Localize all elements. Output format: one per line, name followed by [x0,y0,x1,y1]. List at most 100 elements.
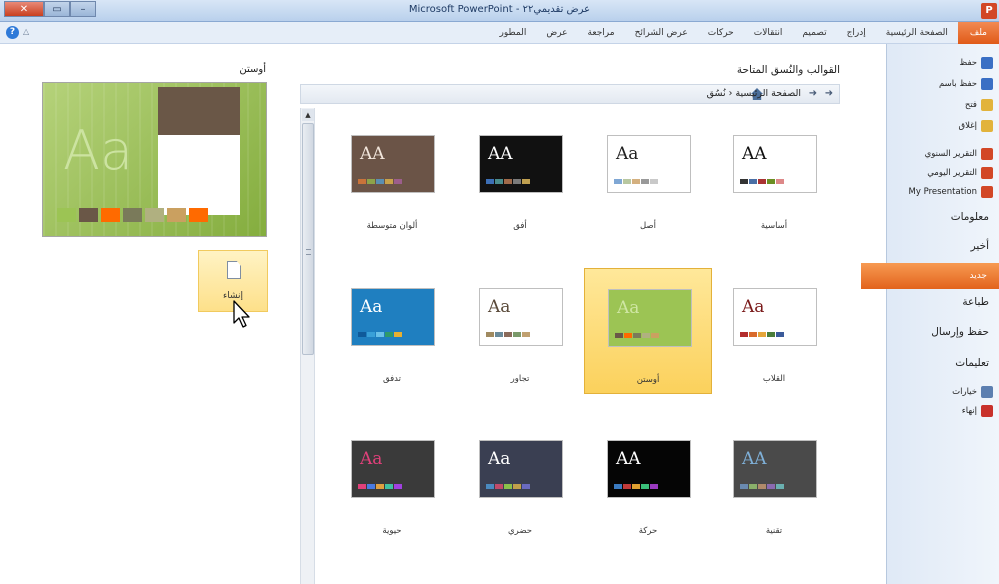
theme-thumbnail: Aa [351,288,435,346]
nav-tab-help[interactable]: تعليمات [955,357,989,369]
theme-aa-sample: Aa [616,144,639,164]
theme-basic-tile[interactable]: AA أساسية [710,115,838,241]
ribbon-tabs: ملف الصفحة الرئيسية إدراج تصميم انتقالات… [490,22,999,44]
tab-transitions[interactable]: انتقالات [744,22,793,44]
theme-label: حركة [638,526,658,536]
color-swatch [633,333,641,338]
nav-close[interactable]: إغلاق [959,117,993,135]
theme-label: أفق [513,221,527,231]
color-swatch [504,484,512,489]
color-swatch [650,179,658,184]
theme-urban-tile[interactable]: Aa حضري [456,420,584,546]
theme-aa-sample: Aa [617,298,640,318]
save-as-icon [981,78,993,90]
tab-slideshow[interactable]: عرض الشرائح [625,22,698,44]
theme-aa-sample: AA [742,449,767,469]
nav-exit[interactable]: إنهاء [962,402,993,420]
color-swatch [758,332,766,337]
theme-origin-tile[interactable]: Aa أصل [584,115,712,241]
nav-save-as-label: حفظ باسم [938,79,977,89]
nav-tab-info[interactable]: معلومات [951,211,989,223]
theme-technic-tile[interactable]: AA تقنية [710,420,838,546]
color-swatch [486,332,494,337]
ribbon-collapse-icon[interactable]: △ [23,27,29,36]
color-swatch [385,179,393,184]
color-swatch [767,179,775,184]
scroll-up-button[interactable]: ▲ [302,109,314,121]
color-swatch [740,332,748,337]
color-swatch [624,333,632,338]
nav-open[interactable]: فتح [965,96,993,114]
color-swatch [522,179,530,184]
back-arrow-icon[interactable]: ➜ [807,88,819,100]
tab-review[interactable]: مراجعة [578,22,625,44]
tab-insert[interactable]: إدراج [837,22,876,44]
nav-tab-new[interactable]: جديد [861,263,999,289]
theme-vibrant-tile[interactable]: Aa حيوية [328,420,456,546]
theme-swatches [486,179,530,184]
theme-thumbnail: AA [733,135,817,193]
help-icon[interactable]: ? [6,26,19,39]
theme-swatches [358,332,402,337]
color-swatch [513,484,521,489]
theme-swatches [486,332,530,337]
theme-label: ألوان متوسطة [366,221,418,231]
theme-label: القلاب [762,374,786,384]
exit-icon [981,405,993,417]
theme-flow-tile[interactable]: Aa تدفق [328,268,456,394]
color-swatch [367,484,375,489]
color-swatch [358,332,366,337]
gallery-scrollbar[interactable]: ▲ [300,108,315,584]
preview-title: أوستن [239,64,266,75]
color-swatch [495,484,503,489]
theme-horizon-tile[interactable]: AA أفق [456,115,584,241]
nav-save-as[interactable]: حفظ باسم [939,75,993,93]
theme-motion-tile[interactable]: AA حركة [584,420,712,546]
tab-design[interactable]: تصميم [792,22,836,44]
color-swatch [522,484,530,489]
theme-aa-sample: AA [742,144,767,164]
nav-save-label: حفظ [959,58,977,68]
recent-file-my-presentation[interactable]: My Presentation [909,183,993,201]
color-swatch [767,484,775,489]
color-swatch [776,179,784,184]
color-swatch [486,179,494,184]
theme-swatches [358,484,402,489]
preview-aa-sample: Aa [63,119,134,182]
tab-home[interactable]: الصفحة الرئيسية [876,22,958,44]
theme-label: حضري [508,526,532,536]
color-swatch [641,179,649,184]
recent-file-annual-report[interactable]: التقرير السنوي [925,145,993,163]
tab-developer[interactable]: المطور [490,22,537,44]
nav-tab-recent[interactable]: أخير [971,240,989,252]
nav-tab-print[interactable]: طباعة [962,296,989,308]
theme-adjacency-tile[interactable]: Aa تجاور [456,268,584,394]
preview-color-swatch [123,208,142,222]
theme-flip-tile[interactable]: Aa القلاب [710,268,838,394]
theme-austin-tile[interactable]: Aa أوستن [584,268,712,394]
theme-swatches [614,179,658,184]
theme-median-tile[interactable]: AA ألوان متوسطة [328,115,456,241]
tab-view[interactable]: عرض [536,22,577,44]
breadcrumb-path[interactable]: الصفحة الرئيسية ‹ نُسُق [707,88,801,99]
nav-options[interactable]: خيارات [952,383,993,401]
theme-label: تقنية [765,526,783,536]
nav-tab-save-send[interactable]: حفظ وإرسال [931,326,989,338]
color-swatch [394,332,402,337]
options-icon [981,386,993,398]
powerpoint-app-icon[interactable]: P [981,3,997,19]
nav-save[interactable]: حفظ [959,54,993,72]
color-swatch [632,179,640,184]
tab-file[interactable]: ملف [957,22,999,44]
theme-aa-sample: Aa [488,449,511,469]
tab-animations[interactable]: حركات [698,22,744,44]
theme-label: أصل [639,221,657,231]
scroll-thumb[interactable] [302,123,314,355]
forward-arrow-icon[interactable]: ➜ [823,88,835,100]
preview-swatches [57,208,208,222]
recent-file-daily-report[interactable]: التقرير اليومي [927,164,993,182]
color-swatch [513,332,521,337]
color-swatch [749,179,757,184]
theme-label: تدفق [383,374,401,384]
color-swatch [376,179,384,184]
